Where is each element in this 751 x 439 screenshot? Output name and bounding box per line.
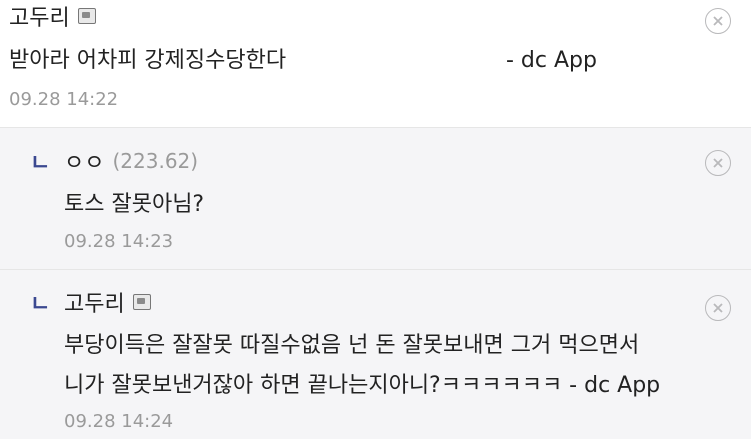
comment-text-line: 니가 잘못보낸거잖아 하면 끝나는지아니?ㅋㅋㅋㅋㅋㅋ - dc App [64, 373, 661, 398]
comment-app-tag: - dc App [506, 41, 597, 81]
comment-timestamp: 09.28 14:22 [9, 89, 119, 110]
comment-text-line: 토스 잘못아님? [64, 192, 205, 217]
comment-body: 토스 잘못아님? [64, 185, 204, 225]
reply-item: ㄴ 고두리 부당이득은 잘잘못 따질수없음 넌 돈 잘못보내면 그거 먹으면서 … [0, 270, 751, 439]
reply-item: ㄴ ㅇㅇ (223.62) 토스 잘못아님? 09.28 14:23 [0, 128, 751, 270]
close-icon [713, 303, 723, 313]
gallery-badge-icon [132, 294, 151, 310]
comment-timestamp: 09.28 14:23 [64, 231, 174, 252]
comment-timestamp: 09.28 14:24 [64, 411, 174, 432]
delete-comment-button[interactable] [705, 295, 731, 321]
reply-marker: ㄴ [30, 292, 51, 317]
comment-author[interactable]: 고두리 [9, 0, 96, 32]
delete-comment-button[interactable] [705, 150, 731, 176]
author-ip: (223.62) [112, 149, 199, 173]
comment-item: 고두리 받아라 어차피 강제징수당한다 - dc App 09.28 14:22 [0, 0, 751, 128]
gallery-badge-icon [77, 8, 96, 24]
comment-text-line: 부당이득은 잘잘못 따질수없음 넌 돈 잘못보내면 그거 먹으면서 [64, 333, 640, 358]
close-icon [713, 16, 723, 26]
comment-text-line: 받아라 어차피 강제징수당한다 [9, 48, 287, 73]
reply-marker: ㄴ [30, 151, 51, 176]
comment-body: 부당이득은 잘잘못 따질수없음 넌 돈 잘못보내면 그거 먹으면서 니가 잘못보… [64, 326, 660, 406]
author-name: 고두리 [9, 6, 70, 31]
author-name: ㅇㅇ [64, 151, 105, 176]
author-name: 고두리 [64, 292, 125, 317]
delete-comment-button[interactable] [705, 8, 731, 34]
comment-text-line: - dc App [506, 48, 597, 73]
comment-author[interactable]: 고두리 [64, 286, 151, 318]
comment-body: 받아라 어차피 강제징수당한다 [9, 41, 286, 81]
comment-author[interactable]: ㅇㅇ (223.62) [64, 145, 198, 177]
close-icon [713, 158, 723, 168]
